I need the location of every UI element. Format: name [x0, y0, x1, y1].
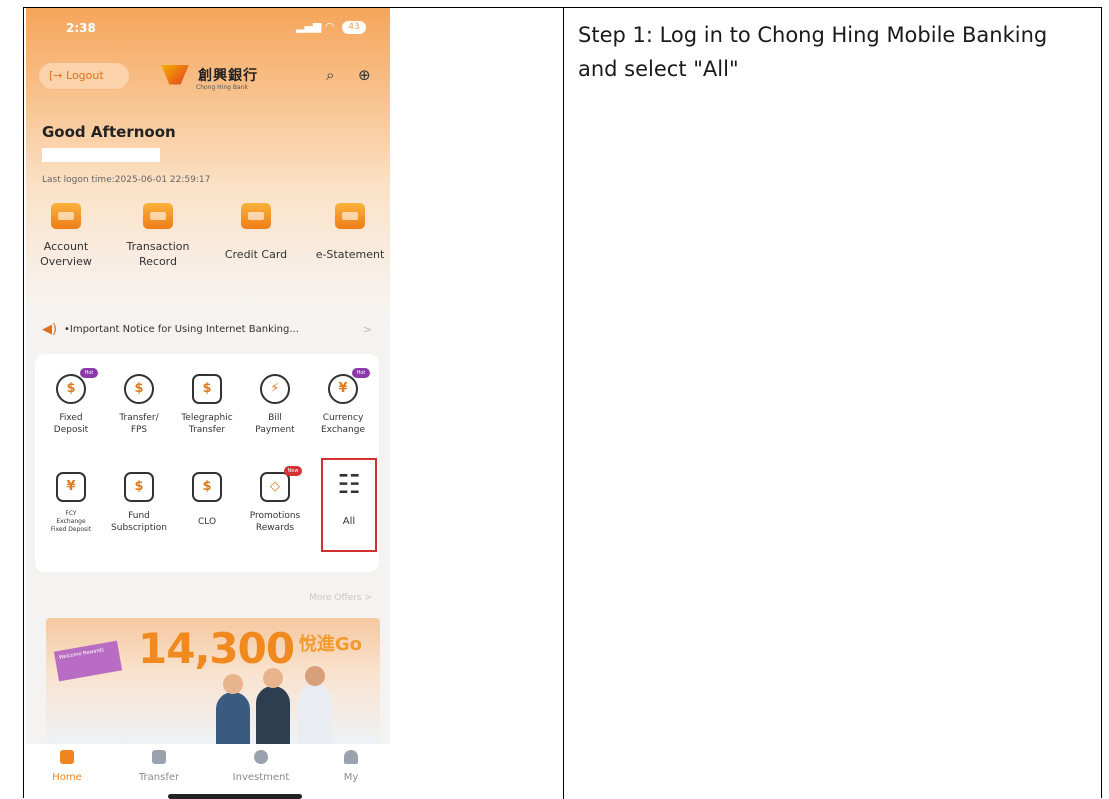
status-icons: ▂▄▆ ◠ 43 [296, 20, 366, 34]
quick-account-overview[interactable]: Account Overview [26, 203, 106, 269]
bottom-tab-bar: Home Transfer Investment My [26, 744, 390, 799]
redacted-name [42, 148, 160, 162]
clo-icon: $ [192, 472, 222, 502]
service-label: Promotions Rewards [249, 511, 301, 533]
service-label: Fixed Deposit [53, 413, 89, 435]
step-instruction: Step 1: Log in to Chong Hing Mobile Bank… [578, 23, 1048, 81]
logo-en-text: Chong Hing Bank [196, 84, 248, 91]
bank-logo: 創興銀行 [161, 64, 258, 85]
service-label: Transfer/ FPS [119, 413, 159, 435]
receipt-icon [143, 203, 173, 229]
service-currency-exchange[interactable]: ¥ Hot Currency Exchange [309, 368, 377, 436]
top-bar: [→ Logout 創興銀行 Chong Hing Bank ⌕ ⊕ [26, 58, 390, 94]
signal-icon: ▂▄▆ ◠ [296, 20, 335, 33]
more-offers-link[interactable]: More Offers > [309, 593, 372, 603]
tab-investment[interactable]: Investment [226, 750, 296, 783]
service-fixed-deposit[interactable]: $ Hot Fixed Deposit [37, 368, 105, 436]
speaker-icon: ◀) [42, 322, 58, 337]
gift-card-icon: Welcome Rewards [53, 640, 123, 682]
notice-text: •Important Notice for Using Internet Ban… [64, 324, 299, 335]
quick-transaction-record[interactable]: Transaction Record [118, 203, 198, 269]
tag-icon: ◇ New [260, 466, 302, 502]
quick-label: e-Statement [315, 248, 385, 261]
logout-label: Logout [66, 69, 104, 82]
wallet-icon [51, 203, 81, 229]
tab-label: Transfer [138, 772, 180, 783]
service-transfer-fps[interactable]: $ Transfer/ FPS [105, 374, 173, 436]
quick-credit-card[interactable]: Credit Card [216, 203, 296, 262]
quick-actions: Account Overview Transaction Record Cred… [26, 203, 390, 298]
document-icon [335, 203, 365, 229]
service-fund-subscription[interactable]: $ Fund Subscription [105, 472, 173, 534]
logout-icon: [→ [49, 69, 67, 82]
home-icon [60, 750, 74, 764]
instruction-table: 2:38 ▂▄▆ ◠ 43 [→ Logout 創興銀行 Chong Hing … [23, 7, 1102, 799]
status-bar: 2:38 ▂▄▆ ◠ 43 [26, 8, 390, 48]
all-highlight-box [321, 458, 377, 552]
investment-icon [254, 750, 268, 764]
home-indicator [168, 794, 302, 799]
logo-cn-text: 創興銀行 [198, 67, 259, 84]
last-logon-time: Last logon time:2025-06-01 22:59:17 [42, 175, 211, 185]
quick-label: Credit Card [224, 248, 288, 261]
instruction-cell: Step 1: Log in to Chong Hing Mobile Bank… [565, 8, 1102, 799]
service-label: FCY Exchange Fixed Deposit [50, 510, 92, 533]
tab-transfer[interactable]: Transfer [124, 750, 194, 783]
service-fcy-fixed-deposit[interactable]: ¥ FCY Exchange Fixed Deposit [37, 472, 105, 534]
fund-icon: $ [124, 472, 154, 502]
promo-banner[interactable]: Welcome Rewards 14,300 悅進Go [46, 618, 380, 744]
plus-circle-icon[interactable]: ⊕ [358, 66, 371, 84]
new-badge: New [284, 466, 302, 476]
service-promotions-rewards[interactable]: ◇ New Promotions Rewards [241, 466, 309, 534]
quick-label: Transaction Record [126, 240, 190, 268]
tab-label: Investment [232, 772, 290, 783]
service-bill-payment[interactable]: ⚡ Bill Payment [241, 374, 309, 436]
battery-icon: 43 [342, 20, 366, 34]
banner-amount: 14,300 [138, 624, 295, 673]
transfer-tab-icon [152, 750, 166, 764]
status-time: 2:38 [66, 21, 96, 35]
phone-screen: 2:38 ▂▄▆ ◠ 43 [→ Logout 創興銀行 Chong Hing … [26, 8, 390, 799]
service-clo[interactable]: $ CLO [173, 472, 241, 528]
tab-label: Home [52, 772, 82, 783]
quick-label: Account Overview [40, 240, 92, 268]
chevron-right-icon: > [362, 323, 372, 336]
logout-button[interactable]: [→ Logout [38, 62, 130, 90]
notice-bar[interactable]: ◀) •Important Notice for Using Internet … [34, 318, 382, 342]
hot-badge: Hot [352, 368, 370, 378]
tab-home[interactable]: Home [32, 750, 102, 783]
exchange-icon: ¥ Hot [328, 368, 370, 404]
fcy-deposit-icon: ¥ [56, 472, 86, 502]
service-label: CLO [197, 517, 217, 527]
service-label: Bill Payment [255, 413, 295, 435]
telegraphic-icon: $ [192, 374, 222, 404]
clock-dollar-icon: $ Hot [56, 368, 98, 404]
credit-card-icon [241, 203, 271, 229]
tab-label: My [343, 772, 359, 783]
quick-e-statement[interactable]: e-Statement [310, 203, 390, 262]
hot-badge: Hot [80, 368, 98, 378]
tab-my[interactable]: My [316, 750, 386, 783]
greeting: Good Afternoon [42, 123, 176, 141]
logo-mark-icon [161, 64, 189, 85]
banner-brand: 悅進Go [298, 634, 362, 655]
service-label: Telegraphic Transfer [181, 413, 233, 435]
services-grid: $ Hot Fixed Deposit $ Transfer/ FPS $ Tel… [35, 354, 379, 572]
search-icon[interactable]: ⌕ [326, 66, 334, 84]
screenshot-cell: 2:38 ▂▄▆ ◠ 43 [→ Logout 創興銀行 Chong Hing … [24, 8, 564, 799]
bolt-icon: ⚡ [260, 374, 290, 404]
user-icon [344, 750, 358, 764]
transfer-icon: $ [124, 374, 154, 404]
service-label: Currency Exchange [321, 413, 365, 435]
service-telegraphic-transfer[interactable]: $ Telegraphic Transfer [173, 374, 241, 436]
service-label: Fund Subscription [111, 511, 167, 533]
banner-people-image [216, 666, 336, 744]
